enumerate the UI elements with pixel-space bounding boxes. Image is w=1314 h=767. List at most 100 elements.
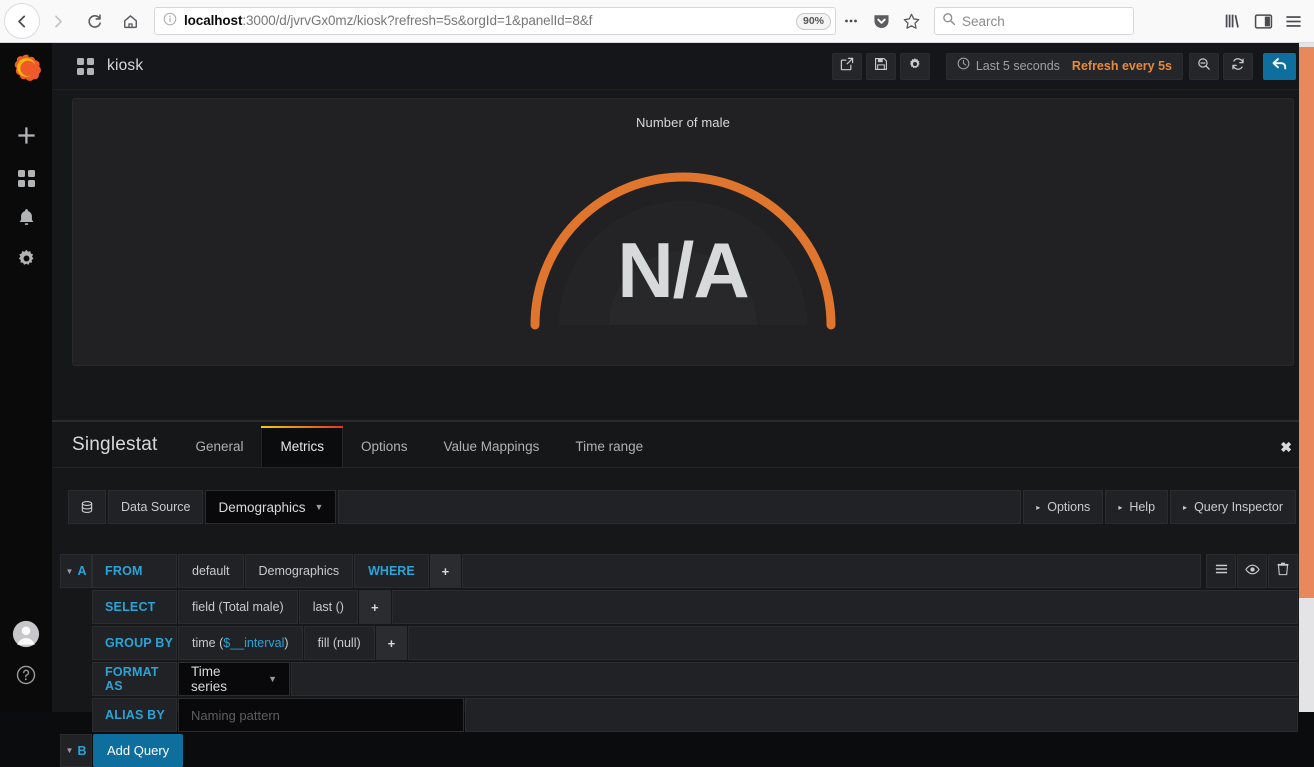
home-icon[interactable] [112, 3, 148, 39]
tab-options[interactable]: Options [343, 438, 426, 467]
clock-icon [957, 57, 970, 75]
datasource-row-filler [338, 490, 1022, 524]
info-circle-icon[interactable] [163, 12, 177, 31]
tab-general[interactable]: General [177, 438, 261, 467]
sidebar-item-dashboards[interactable] [0, 158, 52, 199]
avatar-icon [12, 620, 40, 653]
zoom-level-badge[interactable]: 90% [795, 12, 831, 30]
query-row-indent [60, 590, 92, 624]
from-measurement[interactable]: Demographics [244, 554, 354, 588]
question-circle-icon [15, 664, 37, 691]
dashboard-title-group[interactable]: kiosk [77, 57, 143, 75]
ellipsis-icon[interactable] [836, 6, 866, 36]
query-tools [1205, 554, 1298, 588]
group-by-time[interactable]: time ($__interval) [178, 626, 303, 660]
chevron-down-icon: ▼ [65, 566, 74, 576]
hamburger-icon [1215, 562, 1228, 580]
query-row-select: SELECT field (Total male) last () + [60, 590, 1298, 624]
page-scrollbar-thumb[interactable] [1299, 47, 1314, 598]
group-by-add-button[interactable]: + [375, 626, 408, 660]
from-policy[interactable]: default [178, 554, 244, 588]
query-ref-id-B[interactable]: ▼ B [60, 734, 92, 767]
back-to-dashboard-button[interactable] [1263, 52, 1296, 80]
from-add-button[interactable]: + [429, 554, 462, 588]
back-arrow-icon [1271, 56, 1288, 76]
select-field[interactable]: field (Total male) [178, 590, 298, 624]
url-text[interactable]: localhost:3000/d/jvrvGx0mz/kiosk?refresh… [184, 8, 790, 34]
panel-value: N/A [617, 226, 749, 314]
share-button[interactable] [831, 52, 862, 80]
singlestat-panel[interactable]: Number of male N/A [72, 98, 1294, 366]
query-row-alias-by: ALIAS BY Naming pattern [60, 698, 1298, 732]
group-by-fill[interactable]: fill (null) [303, 626, 375, 660]
pocket-shield-icon[interactable] [866, 6, 896, 36]
sidebar-item-configuration[interactable] [0, 240, 52, 281]
sidebar-item-alerting[interactable] [0, 199, 52, 240]
top-nav-actions: Last 5 seconds Refresh every 5s [831, 52, 1314, 80]
remove-query-button[interactable] [1268, 554, 1298, 588]
panel-area: Number of male N/A [52, 90, 1314, 420]
datasource-right-buttons: ▸ Options ▸ Help ▸ Query Inspector [1023, 490, 1298, 524]
reload-icon[interactable] [76, 3, 112, 39]
chevron-down-icon: ▼ [314, 502, 324, 512]
query-letter: B [77, 743, 87, 758]
select-add-button[interactable]: + [358, 590, 391, 624]
bell-icon [17, 207, 36, 233]
dashboard-grid-icon [77, 57, 94, 75]
datasource-row: Data Source Demographics ▼ ▸ Options ▸ H… [68, 490, 1298, 524]
panel-editor: Singlestat General Metrics Options Value… [52, 420, 1314, 767]
select-function[interactable]: last () [298, 590, 358, 624]
query-menu-button[interactable] [1206, 554, 1236, 588]
library-icon[interactable] [1218, 6, 1248, 36]
alias-by-input[interactable]: Naming pattern [178, 698, 464, 732]
grafana-logo-icon[interactable] [11, 53, 42, 91]
sidebar-icon[interactable] [1248, 6, 1278, 36]
query-help-button[interactable]: ▸ Help [1105, 490, 1169, 524]
refresh-button[interactable] [1223, 52, 1253, 80]
query-editor-A: ▼ A FROM default Demographics WHERE + SE… [60, 554, 1298, 767]
query-row-from: ▼ A FROM default Demographics WHERE + [60, 554, 1298, 588]
select-label: SELECT [92, 590, 177, 624]
database-icon [68, 490, 106, 524]
toggle-query-button[interactable] [1237, 554, 1267, 588]
query-help-label: Help [1129, 500, 1156, 514]
sidebar-item-help[interactable] [0, 657, 52, 698]
chevron-down-icon: ▼ [65, 746, 74, 755]
query-options-button[interactable]: ▸ Options [1023, 490, 1104, 524]
datasource-label: Data Source [108, 490, 204, 524]
zoom-out-button[interactable] [1189, 52, 1219, 80]
browser-search-box[interactable]: Search [934, 7, 1134, 35]
eye-icon [1244, 562, 1260, 580]
trash-icon [1277, 562, 1289, 581]
page-scrollbar[interactable] [1299, 43, 1314, 712]
zoom-out-icon [1197, 57, 1211, 76]
url-bar[interactable]: localhost:3000/d/jvrvGx0mz/kiosk?refresh… [154, 7, 836, 35]
tab-metrics[interactable]: Metrics [261, 426, 343, 467]
chevron-down-icon: ▼ [268, 674, 277, 684]
hamburger-menu-icon[interactable] [1278, 6, 1308, 36]
editor-tab-bar: Singlestat General Metrics Options Value… [52, 422, 1314, 468]
time-picker[interactable]: Last 5 seconds Refresh every 5s [945, 52, 1183, 80]
tab-time-range[interactable]: Time range [557, 438, 661, 467]
sidebar-item-user-profile[interactable] [0, 616, 52, 657]
datasource-select[interactable]: Demographics ▼ [205, 490, 337, 524]
back-icon[interactable] [4, 3, 40, 39]
share-icon [840, 57, 854, 76]
save-button[interactable] [865, 52, 896, 80]
browser-right-controls [1218, 6, 1314, 36]
add-query-button[interactable]: Add Query [93, 734, 184, 767]
side-menu [0, 43, 52, 712]
sidebar-item-create[interactable] [0, 117, 52, 158]
from-where-label[interactable]: WHERE [354, 554, 429, 588]
group-by-time-variable: $__interval [223, 636, 285, 650]
query-inspector-button[interactable]: ▸ Query Inspector [1170, 490, 1296, 524]
star-icon[interactable] [896, 6, 926, 36]
tab-value-mappings[interactable]: Value Mappings [426, 438, 558, 467]
dashboard-settings-button[interactable] [899, 52, 930, 80]
format-as-select[interactable]: Time series ▼ [178, 662, 290, 696]
format-as-value: Time series [191, 664, 228, 694]
page-title: kiosk [107, 57, 144, 74]
query-ref-id-A[interactable]: ▼ A [60, 554, 92, 588]
query-row-indent [60, 626, 92, 660]
editor-panel-type: Singlestat [72, 434, 158, 455]
